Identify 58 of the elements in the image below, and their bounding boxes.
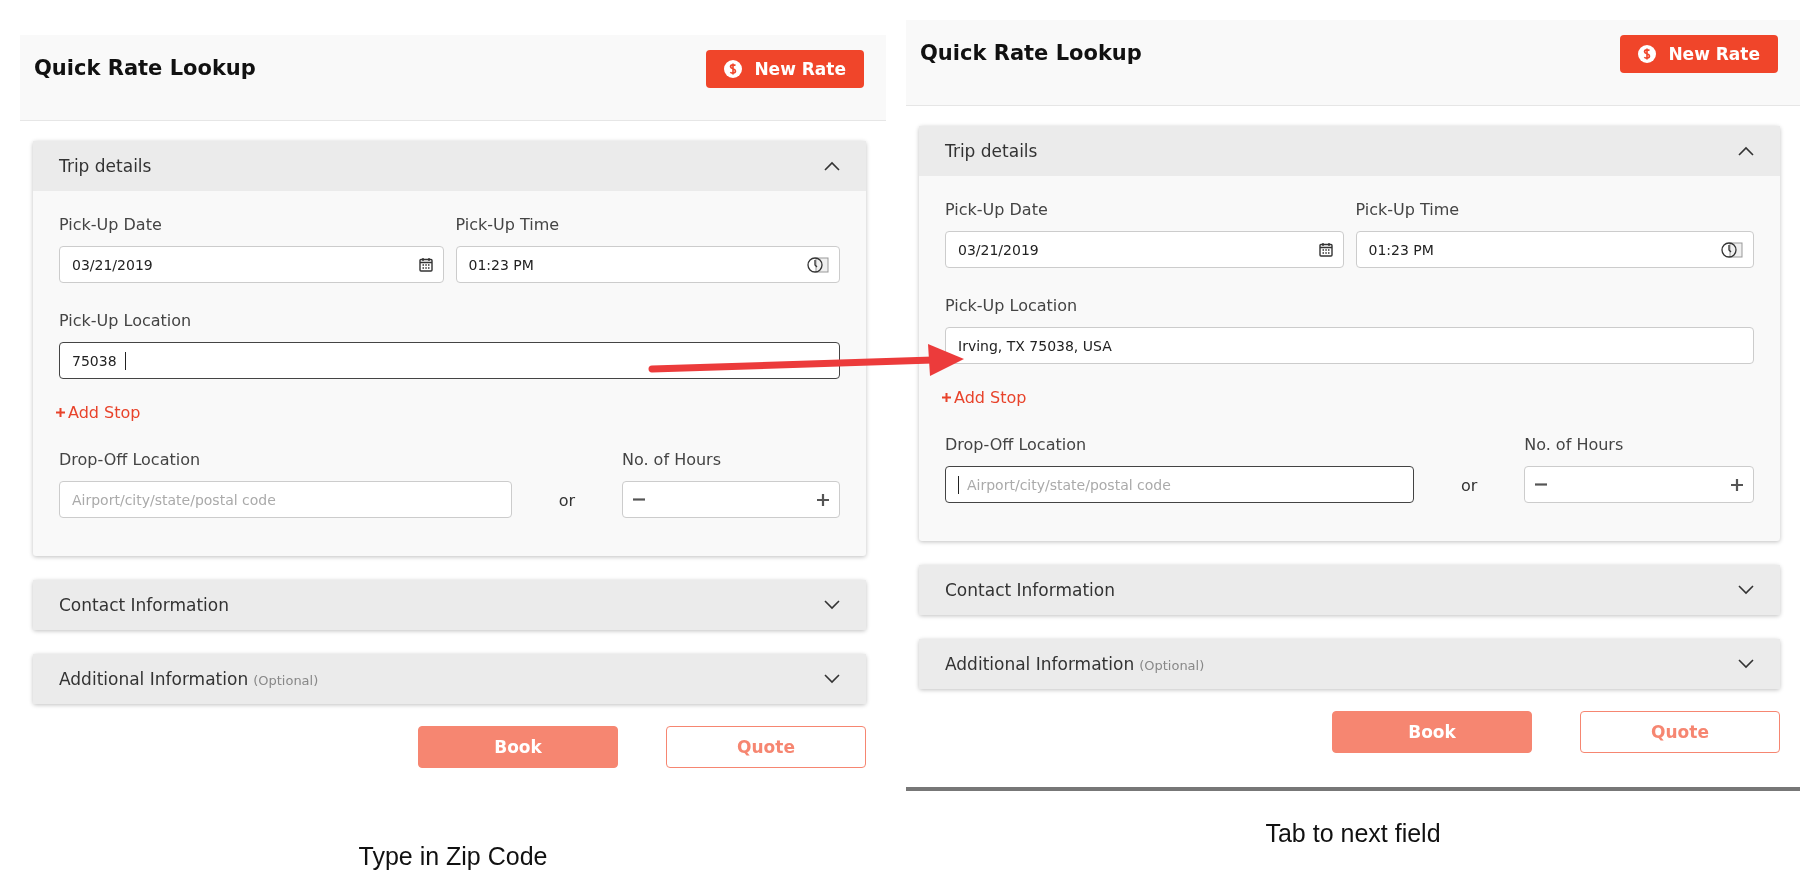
plus-icon[interactable] — [817, 493, 829, 506]
date-field[interactable]: 03/21/2019 — [59, 246, 444, 283]
chevron-down-icon[interactable] — [824, 674, 840, 684]
section-title: Trip details — [59, 156, 152, 176]
new-rate-button[interactable]: New Rate — [706, 50, 864, 88]
plus-icon — [56, 408, 65, 417]
or-text: or — [1460, 476, 1479, 497]
field-label: No. of Hours — [621, 450, 722, 469]
minus-icon[interactable] — [1535, 483, 1548, 486]
optional-note: (Optional) — [1139, 658, 1205, 673]
caption: Type in Zip Code — [357, 842, 549, 871]
chevron-up-icon[interactable] — [1738, 146, 1754, 156]
chevron-down-icon[interactable] — [1738, 659, 1754, 669]
accordion-header[interactable]: Additional Information (Optional) — [33, 654, 866, 704]
dollar-icon — [1638, 45, 1657, 63]
accordion-header[interactable]: Trip details — [919, 126, 1780, 176]
page-title: Quick Rate Lookup — [34, 56, 256, 80]
or-text: or — [557, 491, 577, 512]
plus-icon — [942, 393, 951, 402]
field-label: Drop-Off Location — [945, 435, 1088, 454]
optional-note: (Optional) — [253, 673, 319, 688]
caption: Tab to next field — [1264, 819, 1442, 848]
accordion-header[interactable]: Contact Information — [33, 580, 866, 630]
minus-icon[interactable] — [632, 498, 645, 501]
field-label: Pick-Up Location — [59, 311, 193, 330]
location-field[interactable]: 75038 — [59, 342, 840, 379]
chevron-down-icon[interactable] — [1738, 585, 1754, 595]
calendar-icon[interactable] — [1318, 242, 1333, 257]
new-rate-button[interactable]: New Rate — [1620, 35, 1778, 73]
date-field[interactable]: 03/21/2019 — [945, 231, 1344, 268]
field-label: Pick-Up Time — [455, 215, 561, 234]
field-label: Pick-Up Time — [1355, 200, 1461, 219]
section-title: Contact Information — [59, 595, 229, 615]
time-field[interactable]: 01:23 PM — [455, 246, 840, 283]
section-title: Additional Information — [59, 669, 249, 689]
calendar-icon[interactable] — [418, 257, 433, 272]
section-title: Trip details — [945, 141, 1038, 161]
dollar-icon — [724, 60, 743, 78]
add-stop-link[interactable]: Add Stop — [942, 388, 1027, 407]
add-stop-link[interactable]: Add Stop — [56, 403, 141, 422]
clock-icon[interactable] — [807, 255, 829, 274]
field-label: Pick-Up Location — [945, 296, 1079, 315]
section-title: Contact Information — [945, 580, 1115, 600]
accordion-header[interactable]: Trip details — [33, 141, 866, 191]
location-field[interactable]: Irving, TX 75038, USA — [945, 327, 1754, 364]
time-field[interactable]: 01:23 PM — [1355, 231, 1754, 268]
clock-icon[interactable] — [1721, 240, 1743, 259]
page-title: Quick Rate Lookup — [920, 41, 1142, 65]
field-label: No. of Hours — [1524, 435, 1625, 454]
field-label: Drop-Off Location — [59, 450, 202, 469]
accordion-header[interactable]: Contact Information — [919, 565, 1780, 615]
plus-icon[interactable] — [1731, 478, 1743, 491]
chevron-down-icon[interactable] — [824, 600, 840, 610]
field-label: Pick-Up Date — [945, 200, 1049, 219]
section-title: Additional Information — [945, 654, 1135, 674]
accordion-header[interactable]: Additional Information (Optional) — [919, 639, 1780, 689]
field-label: Pick-Up Date — [59, 215, 163, 234]
chevron-up-icon[interactable] — [824, 161, 840, 171]
